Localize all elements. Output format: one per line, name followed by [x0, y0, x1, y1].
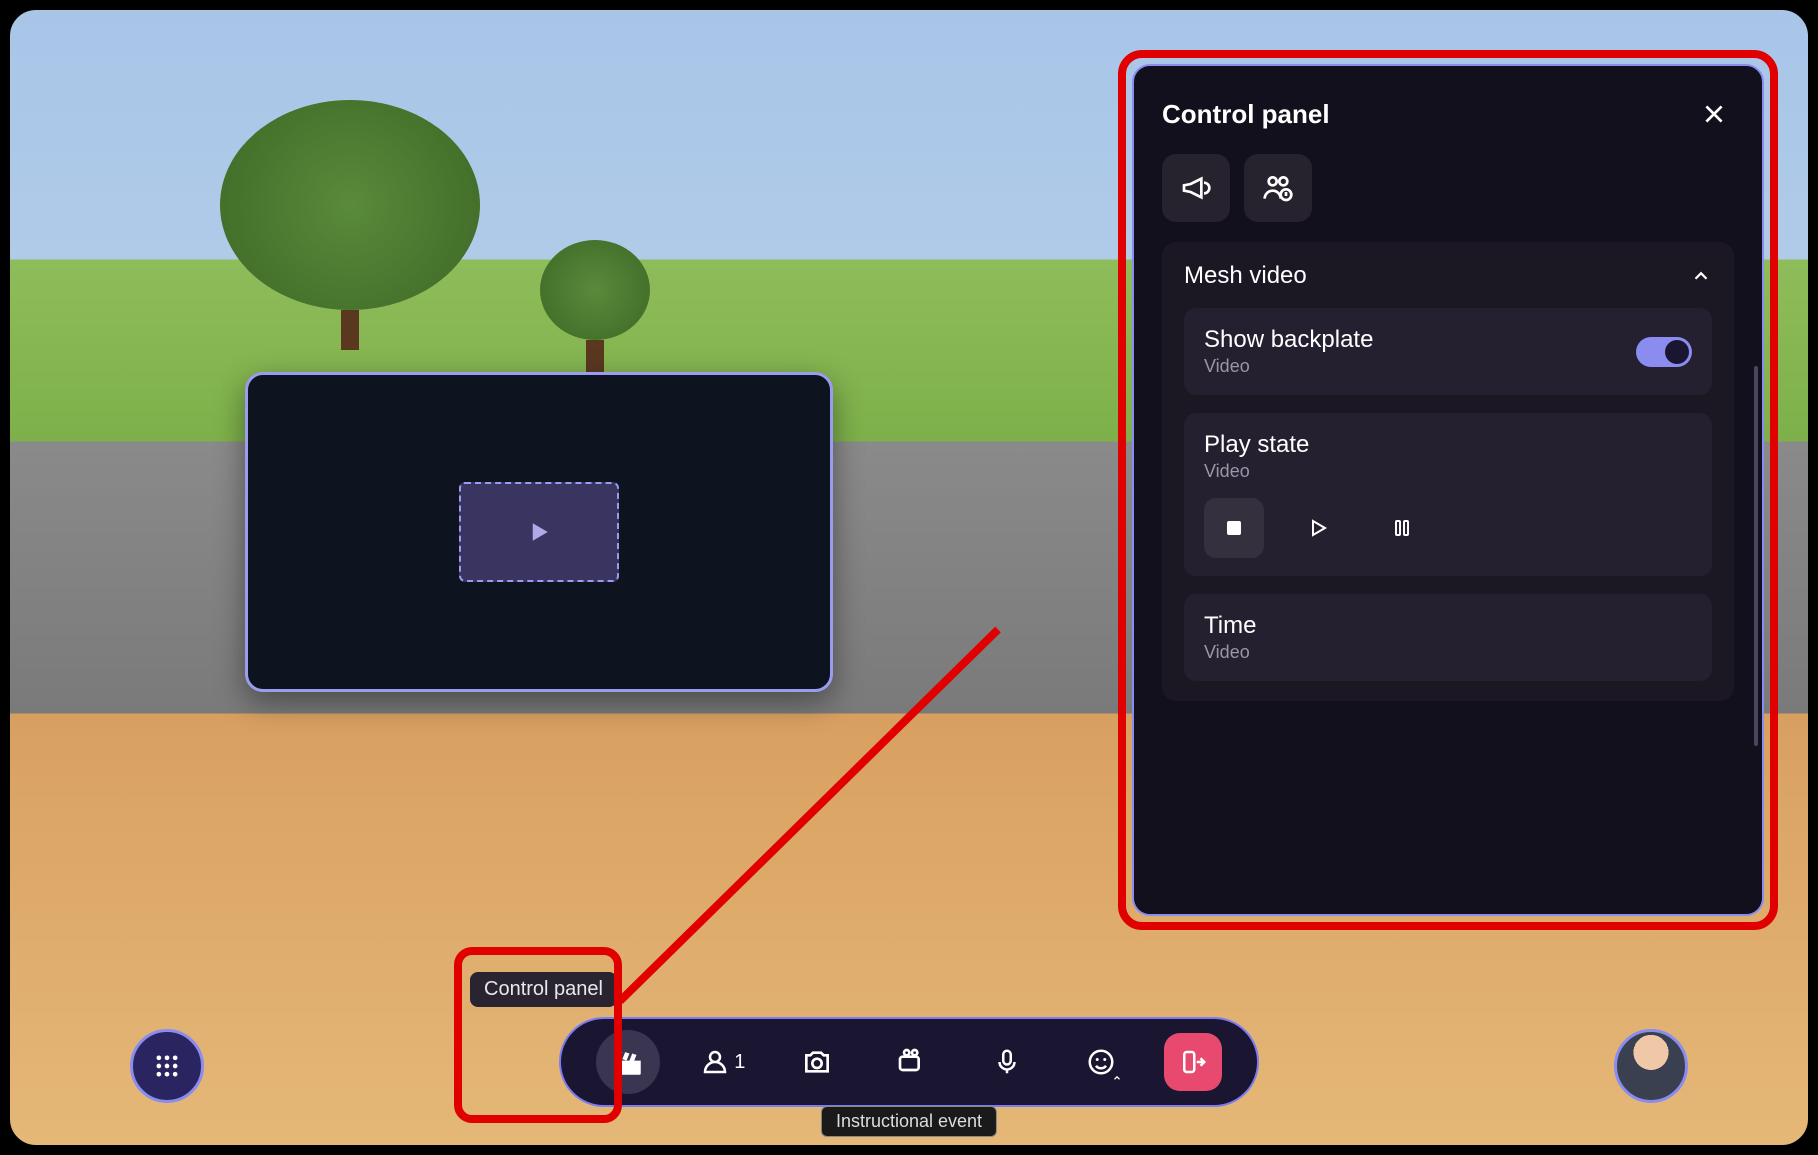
- chevron-up-icon: [1112, 1073, 1122, 1083]
- leave-button[interactable]: [1164, 1033, 1222, 1091]
- megaphone-button[interactable]: [1162, 154, 1230, 222]
- avatar[interactable]: [1614, 1029, 1688, 1103]
- close-icon: [1701, 101, 1727, 127]
- stop-button[interactable]: [1204, 498, 1264, 558]
- control-panel-button[interactable]: [596, 1030, 660, 1094]
- tree-decor: [220, 100, 480, 350]
- play-state-row: Play state Video: [1184, 413, 1712, 576]
- row-subtitle: Video: [1204, 642, 1250, 663]
- bottom-toolbar: 1: [559, 1017, 1259, 1107]
- callout-highlight-panel: Control panel Mesh video: [1118, 50, 1778, 930]
- people-icon: [700, 1047, 730, 1077]
- row-title: Play state: [1204, 431, 1309, 459]
- time-row: Time Video: [1184, 594, 1712, 681]
- control-panel-tooltip: Control panel: [470, 972, 617, 1007]
- people-mute-icon: [1262, 172, 1294, 204]
- control-panel-title: Control panel: [1162, 99, 1330, 130]
- pause-icon: [1390, 516, 1414, 540]
- row-subtitle: Video: [1204, 356, 1373, 377]
- menu-button[interactable]: [130, 1029, 204, 1103]
- screenshare-icon: [896, 1046, 928, 1078]
- people-count: 1: [734, 1051, 745, 1074]
- mesh-video-header[interactable]: Mesh video: [1184, 262, 1712, 290]
- scene-3d-view: Control panel 1 Instructional event: [8, 8, 1810, 1147]
- stop-icon: [1222, 516, 1246, 540]
- chevron-up-icon: [1690, 265, 1712, 287]
- mesh-video-section: Mesh video Show backplate Video Play sta…: [1162, 242, 1734, 701]
- video-screen[interactable]: [245, 372, 833, 692]
- row-title: Time: [1204, 612, 1256, 640]
- grid-icon: [153, 1052, 181, 1080]
- scrollbar[interactable]: [1754, 366, 1758, 746]
- row-title: Show backplate: [1204, 326, 1373, 354]
- clapperboard-icon: [611, 1045, 645, 1079]
- leave-icon: [1178, 1047, 1208, 1077]
- show-backplate-row: Show backplate Video: [1184, 308, 1712, 395]
- mute-all-button[interactable]: [1244, 154, 1312, 222]
- video-play-placeholder[interactable]: [459, 482, 619, 582]
- control-panel: Control panel Mesh video: [1132, 64, 1764, 916]
- play-icon: [1306, 516, 1330, 540]
- show-backplate-toggle[interactable]: [1636, 337, 1692, 367]
- play-button[interactable]: [1288, 498, 1348, 558]
- people-button[interactable]: 1: [691, 1030, 755, 1094]
- mic-button[interactable]: [975, 1030, 1039, 1094]
- camera-icon: [801, 1046, 833, 1078]
- megaphone-icon: [1180, 172, 1212, 204]
- camera-button[interactable]: [785, 1030, 849, 1094]
- row-subtitle: Video: [1204, 461, 1309, 482]
- event-caption: Instructional event: [821, 1106, 997, 1137]
- section-title: Mesh video: [1184, 262, 1307, 290]
- close-button[interactable]: [1694, 94, 1734, 134]
- microphone-icon: [992, 1047, 1022, 1077]
- play-icon: [524, 517, 554, 547]
- pause-button[interactable]: [1372, 498, 1432, 558]
- tree-decor: [540, 240, 650, 380]
- screenshare-button[interactable]: [880, 1030, 944, 1094]
- reactions-button[interactable]: [1069, 1030, 1133, 1094]
